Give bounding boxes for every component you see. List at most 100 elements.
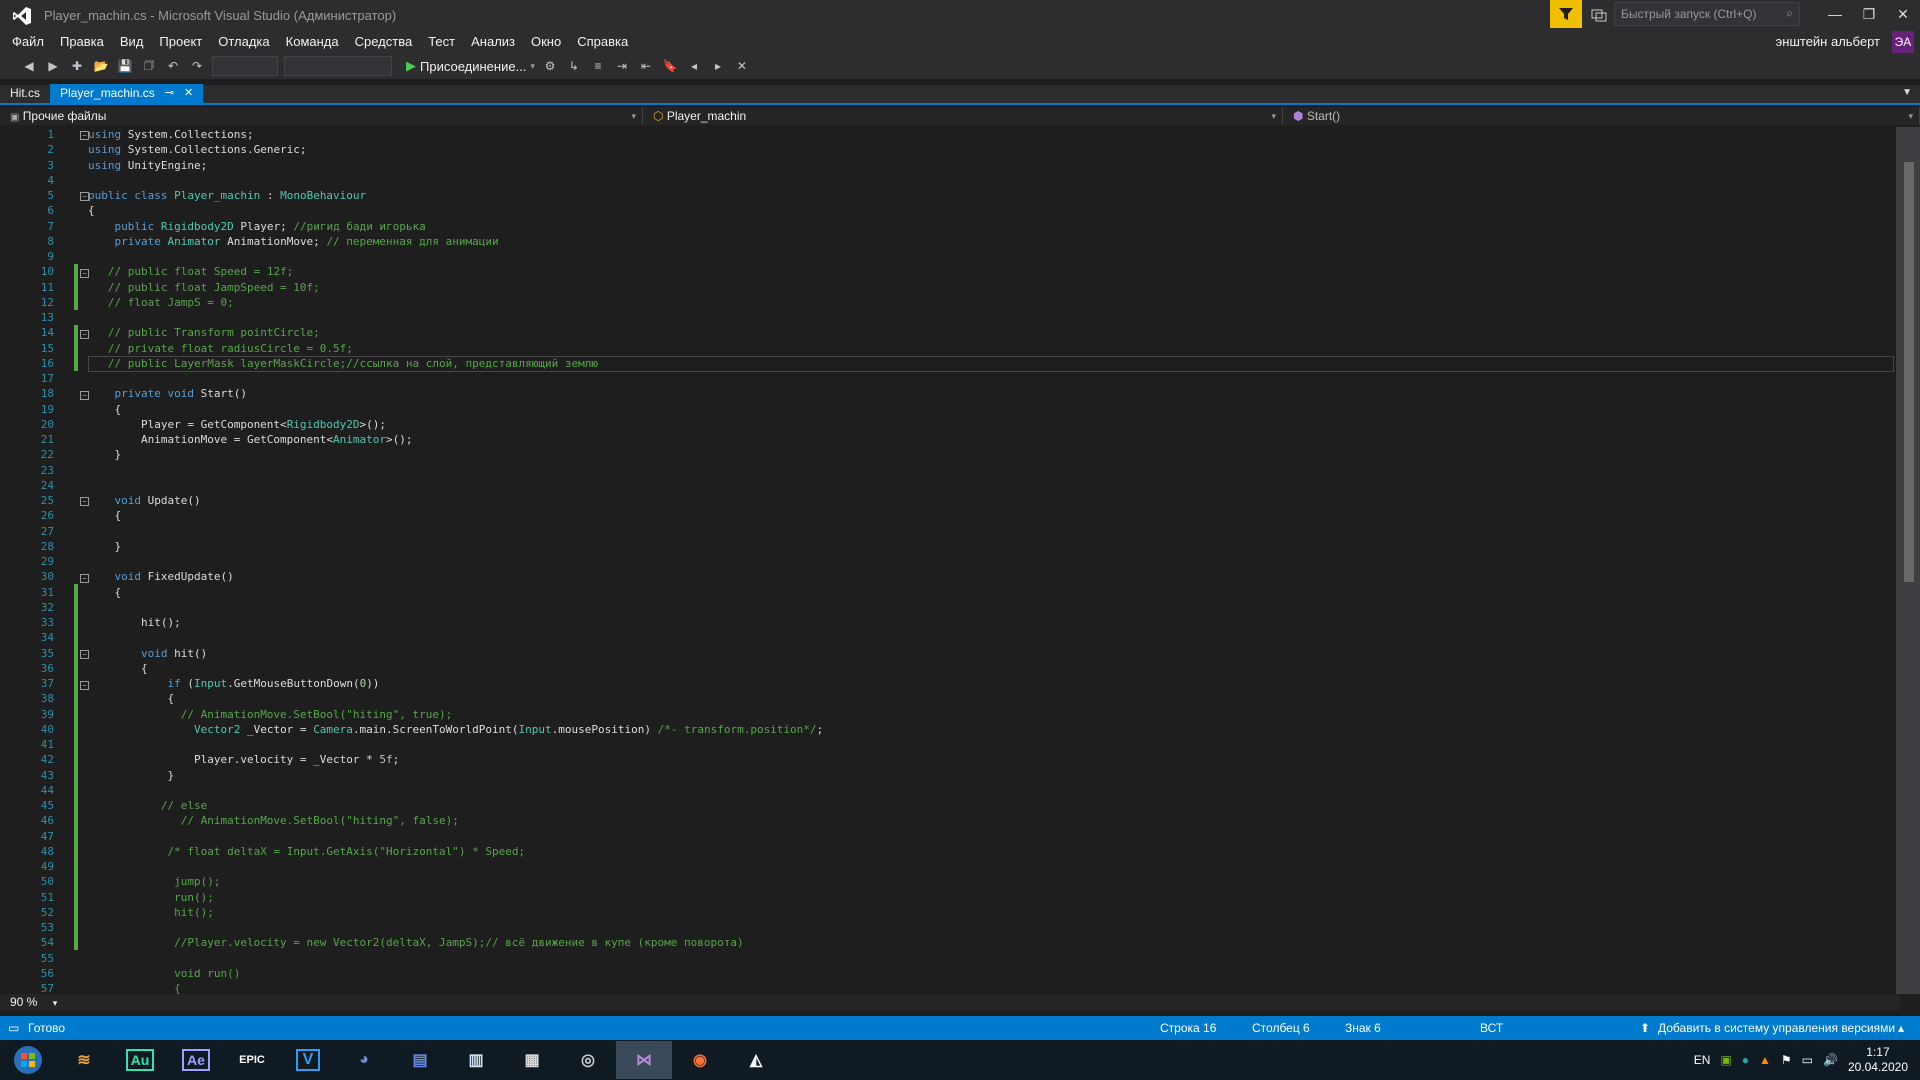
code-line[interactable]: using System.Collections.Generic; (88, 142, 1888, 157)
discord-icon[interactable]: ◕ (336, 1041, 392, 1079)
code-line[interactable] (88, 600, 1888, 615)
code-line[interactable]: if (Input.GetMouseButtonDown(0)) (88, 676, 1888, 691)
quick-launch-input[interactable]: Быстрый запуск (Ctrl+Q) ⌕ (1614, 2, 1800, 26)
chevron-up-icon[interactable]: ▴ (1898, 1016, 1904, 1040)
vegas-icon[interactable]: V (280, 1041, 336, 1079)
menu-analyze[interactable]: Анализ (463, 31, 523, 53)
menu-view[interactable]: Вид (112, 31, 152, 53)
code-line[interactable]: // float JampS = 0; (88, 295, 1888, 310)
code-line[interactable]: // public float Speed = 12f; (88, 264, 1888, 279)
code-line[interactable]: public Rigidbody2D Player; //ригид бади … (88, 219, 1888, 234)
code-line[interactable] (88, 859, 1888, 874)
chevron-down-icon[interactable]: ▾ (53, 998, 58, 1008)
menu-project[interactable]: Проект (151, 31, 210, 53)
user-name[interactable]: энштейн альберт (1776, 31, 1880, 53)
bookmark-icon[interactable]: 🔖 (661, 57, 679, 75)
code-line[interactable]: void FixedUpdate() (88, 569, 1888, 584)
close-button[interactable]: ✕ (1886, 0, 1920, 28)
code-line[interactable]: { (88, 402, 1888, 417)
code-line[interactable]: private Animator AnimationMove; // перем… (88, 234, 1888, 249)
code-line[interactable]: jump(); (88, 874, 1888, 889)
code-line[interactable] (88, 310, 1888, 325)
code-line[interactable]: { (88, 585, 1888, 600)
tab-list-dropdown-icon[interactable]: ▼ (1902, 87, 1912, 98)
code-line[interactable]: } (88, 768, 1888, 783)
code-line[interactable] (88, 829, 1888, 844)
code-line[interactable]: // AnimationMove.SetBool("hiting", true)… (88, 707, 1888, 722)
notepad-icon[interactable]: ▥ (448, 1041, 504, 1079)
menu-test[interactable]: Тест (420, 31, 463, 53)
open-file-icon[interactable]: 📂 (92, 57, 110, 75)
notification-filter-icon[interactable] (1550, 0, 1582, 28)
action-center-icon[interactable]: ⚑ (1781, 1053, 1792, 1067)
code-line[interactable]: // public LayerMask layerMaskCircle;//сс… (88, 356, 1888, 371)
scrollbar-thumb[interactable] (1904, 162, 1914, 582)
code-line[interactable]: Player = GetComponent<Rigidbody2D>(); (88, 417, 1888, 432)
back-icon[interactable]: ◀ (20, 57, 38, 75)
nvidia-icon[interactable]: ▣ (1720, 1053, 1731, 1067)
search-icon[interactable]: ⌕ (1786, 6, 1793, 21)
network-icon[interactable]: ▭ (1802, 1053, 1813, 1067)
code-line[interactable]: // AnimationMove.SetBool("hiting", false… (88, 813, 1888, 828)
configuration-combo[interactable] (212, 56, 278, 76)
code-line[interactable]: } (88, 539, 1888, 554)
code-line[interactable]: } (88, 447, 1888, 462)
outdent-icon[interactable]: ⇤ (637, 57, 655, 75)
menu-window[interactable]: Окно (523, 31, 569, 53)
class-dropdown[interactable]: ⬡ Player_machin ▾ (643, 107, 1283, 125)
code-line[interactable] (88, 249, 1888, 264)
code-line[interactable]: // public Transform pointCircle; (88, 325, 1888, 340)
menu-file[interactable]: Файл (4, 31, 52, 53)
volume-icon[interactable]: 🔊 (1823, 1053, 1838, 1067)
next-bookmark-icon[interactable]: ▸ (709, 57, 727, 75)
comment-icon[interactable]: ≡ (589, 57, 607, 75)
code-line[interactable]: // else (88, 798, 1888, 813)
new-project-icon[interactable]: ✚ (68, 57, 86, 75)
add-to-source-control-button[interactable]: Добавить в систему управления версиями (1658, 1016, 1895, 1040)
firefox-icon[interactable]: ◉ (672, 1041, 728, 1079)
pin-icon[interactable]: ⊸ (165, 84, 174, 103)
menu-debug[interactable]: Отладка (210, 31, 277, 53)
save-app-icon[interactable]: ▤ (392, 1041, 448, 1079)
code-line[interactable] (88, 478, 1888, 493)
code-line[interactable]: Player.velocity = _Vector * 5f; (88, 752, 1888, 767)
steam-icon[interactable]: ◎ (560, 1041, 616, 1079)
code-line[interactable] (88, 783, 1888, 798)
code-line[interactable]: //Player.velocity = new Vector2(deltaX, … (88, 935, 1888, 950)
step-over-icon[interactable]: ↳ (565, 57, 583, 75)
code-line[interactable] (88, 463, 1888, 478)
platform-combo[interactable] (284, 56, 392, 76)
indent-icon[interactable]: ⇥ (613, 57, 631, 75)
code-line[interactable]: private void Start() (88, 386, 1888, 401)
code-line[interactable]: { (88, 691, 1888, 706)
code-line[interactable] (88, 951, 1888, 966)
code-line[interactable] (88, 630, 1888, 645)
code-line[interactable]: using System.Collections; (88, 127, 1888, 142)
code-line[interactable] (88, 371, 1888, 386)
code-line[interactable]: void hit() (88, 646, 1888, 661)
tray-update-icon[interactable]: ▲ (1759, 1053, 1771, 1067)
clock[interactable]: 1:17 20.04.2020 (1848, 1045, 1908, 1075)
undo-icon[interactable]: ↶ (164, 57, 182, 75)
code-line[interactable]: // public float JampSpeed = 10f; (88, 280, 1888, 295)
member-dropdown[interactable]: ⬢ Start() ▾ (1283, 107, 1920, 125)
code-line[interactable]: AnimationMove = GetComponent<Animator>()… (88, 432, 1888, 447)
code-line[interactable] (88, 173, 1888, 188)
code-line[interactable]: { (88, 661, 1888, 676)
menu-team[interactable]: Команда (278, 31, 347, 53)
code-line[interactable] (88, 920, 1888, 935)
code-text[interactable]: using System.Collections; using System.Co… (88, 127, 1888, 996)
code-line[interactable]: void Update() (88, 493, 1888, 508)
save-all-icon[interactable]: 🗇 (140, 57, 158, 75)
code-line[interactable] (88, 524, 1888, 539)
document-icon[interactable]: ▦ (504, 1041, 560, 1079)
code-line[interactable]: Vector2 _Vector = Camera.main.ScreenToWo… (88, 722, 1888, 737)
audition-icon[interactable]: Au (112, 1041, 168, 1079)
redo-icon[interactable]: ↷ (188, 57, 206, 75)
file-manager-icon[interactable]: ≋ (56, 1041, 112, 1079)
code-line[interactable]: run(); (88, 890, 1888, 905)
language-indicator[interactable]: EN (1694, 1053, 1711, 1067)
tab-player-machin-cs[interactable]: Player_machin.cs ⊸ ✕ (50, 84, 204, 103)
after-effects-icon[interactable]: Ae (168, 1041, 224, 1079)
start-button[interactable] (0, 1041, 56, 1079)
